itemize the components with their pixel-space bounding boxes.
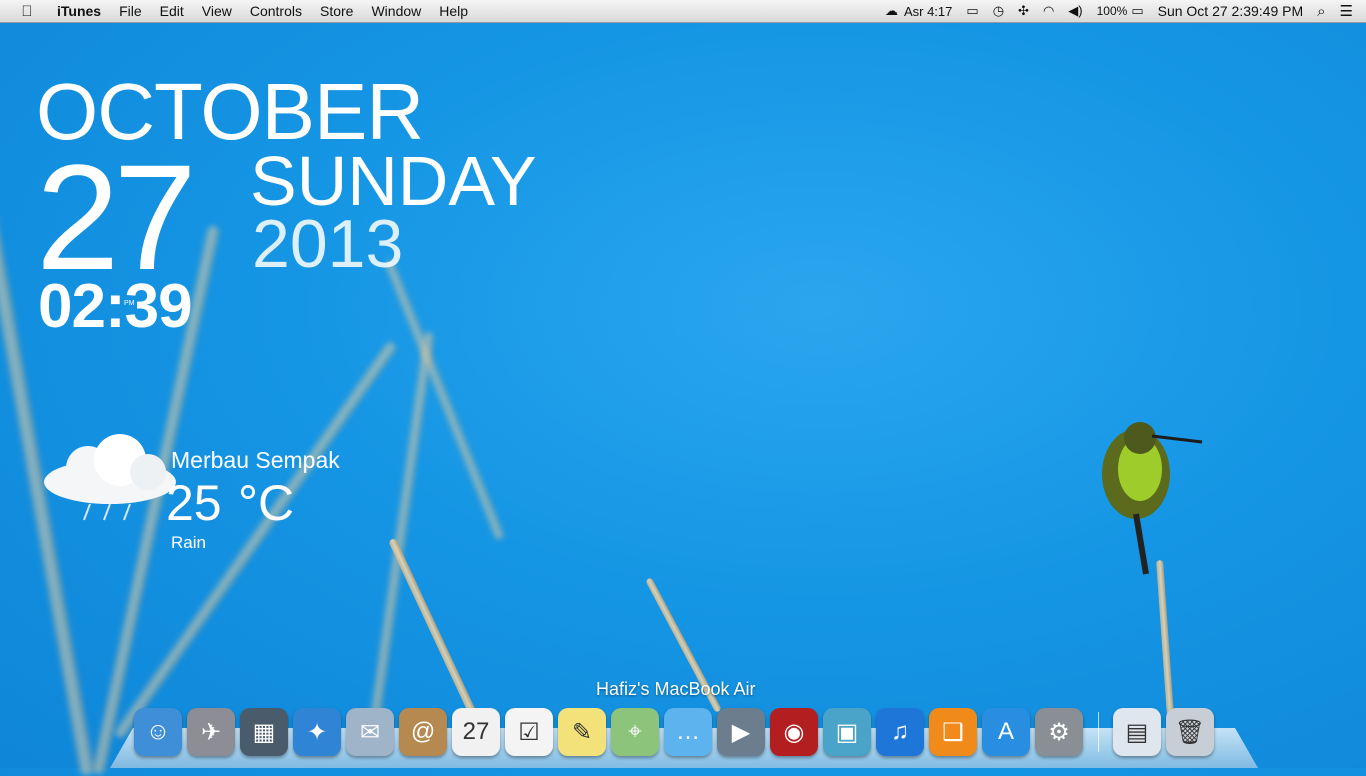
battery-status[interactable]: 100% ▭ — [1090, 3, 1151, 19]
ampm-label: PM — [124, 300, 135, 307]
itunes-icon[interactable]: ♫ — [876, 708, 924, 756]
bluetooth-icon[interactable]: ✣ — [1011, 3, 1036, 19]
battery-percent: 100% — [1096, 4, 1128, 18]
system-preferences-icon[interactable]: ⚙ — [1035, 708, 1083, 756]
finder-icon[interactable]: ☺ — [134, 708, 182, 756]
prayer-times-status[interactable]: ☁ Asr 4:17 — [878, 3, 959, 19]
day-number: 27 — [36, 133, 197, 301]
wifi-icon[interactable]: ◠ — [1036, 3, 1061, 19]
mission-control-icon[interactable]: ▦ — [240, 708, 288, 756]
prayer-time-text: Asr 4:17 — [903, 3, 953, 19]
downloads-stack-icon[interactable]: ▤ — [1113, 708, 1161, 756]
spotlight-search-icon[interactable]: ⌕ — [1310, 3, 1332, 20]
rain-cloud-icon — [40, 432, 180, 522]
menu-file[interactable]: File — [110, 3, 151, 19]
clock-time: 02:39 — [38, 272, 193, 341]
time-machine-icon[interactable]: ◷ — [986, 3, 1011, 19]
cloud-icon: ☁ — [884, 3, 898, 18]
menu-bar:  iTunes File Edit View Controls Store W… — [0, 0, 1366, 23]
launchpad-icon[interactable]: ✈ — [187, 708, 235, 756]
airplay-icon[interactable]: ▭ — [959, 3, 985, 19]
weather-temperature: 25 — [166, 475, 222, 531]
apple-menu-icon[interactable]:  — [16, 3, 38, 20]
weather-location: Merbau Sempak — [171, 447, 340, 473]
facetime-icon[interactable]: ▶ — [717, 708, 765, 756]
notification-center-icon[interactable]: ☰ — [1333, 2, 1360, 20]
contacts-icon[interactable]: @ — [399, 708, 447, 756]
notes-icon[interactable]: ✎ — [558, 708, 606, 756]
app-store-icon[interactable]: A — [982, 708, 1030, 756]
menu-controls[interactable]: Controls — [241, 3, 311, 19]
clock[interactable]: Sun Oct 27 2:39:49 PM — [1151, 3, 1311, 19]
maps-icon[interactable]: ⌖ — [611, 708, 659, 756]
calendar-icon[interactable]: 27 — [452, 708, 500, 756]
reminders-icon[interactable]: ☑ — [505, 708, 553, 756]
iphoto-icon[interactable]: ▣ — [823, 708, 871, 756]
weather-condition: Rain — [171, 533, 206, 552]
safari-icon[interactable]: ✦ — [293, 708, 341, 756]
menu-app-itunes[interactable]: iTunes — [48, 3, 110, 19]
year-label: 2013 — [252, 206, 404, 282]
menu-window[interactable]: Window — [362, 3, 430, 19]
dock-hover-label: Hafiz's MacBook Air — [596, 679, 756, 699]
volume-icon[interactable]: ◀) — [1061, 3, 1089, 19]
battery-icon: ▭ — [1131, 3, 1144, 18]
menu-edit[interactable]: Edit — [151, 3, 193, 19]
photo-booth-icon[interactable]: ◉ — [770, 708, 818, 756]
dock-icon-row: ☺ ✈ ▦ ✦ ✉ @27 ☑ ✎ ⌖… ▶ ◉ ▣ ♫ ❑ A ⚙ ▤ 🗑 — [134, 704, 1219, 756]
weather-unit: °C — [238, 475, 295, 531]
dock-separator — [1098, 712, 1099, 752]
menu-help[interactable]: Help — [430, 3, 477, 19]
menu-extras: ☁ Asr 4:17 ▭ ◷ ✣ ◠ ◀) 100% ▭ Sun Oct 27 … — [878, 0, 1366, 22]
hummingbird-image — [1096, 414, 1206, 579]
trash-icon[interactable]: 🗑 — [1166, 708, 1214, 756]
menu-view[interactable]: View — [193, 3, 241, 19]
mail-icon[interactable]: ✉ — [346, 708, 394, 756]
menu-store[interactable]: Store — [311, 3, 362, 19]
ibooks-icon[interactable]: ❑ — [929, 708, 977, 756]
messages-icon[interactable]: … — [664, 708, 712, 756]
